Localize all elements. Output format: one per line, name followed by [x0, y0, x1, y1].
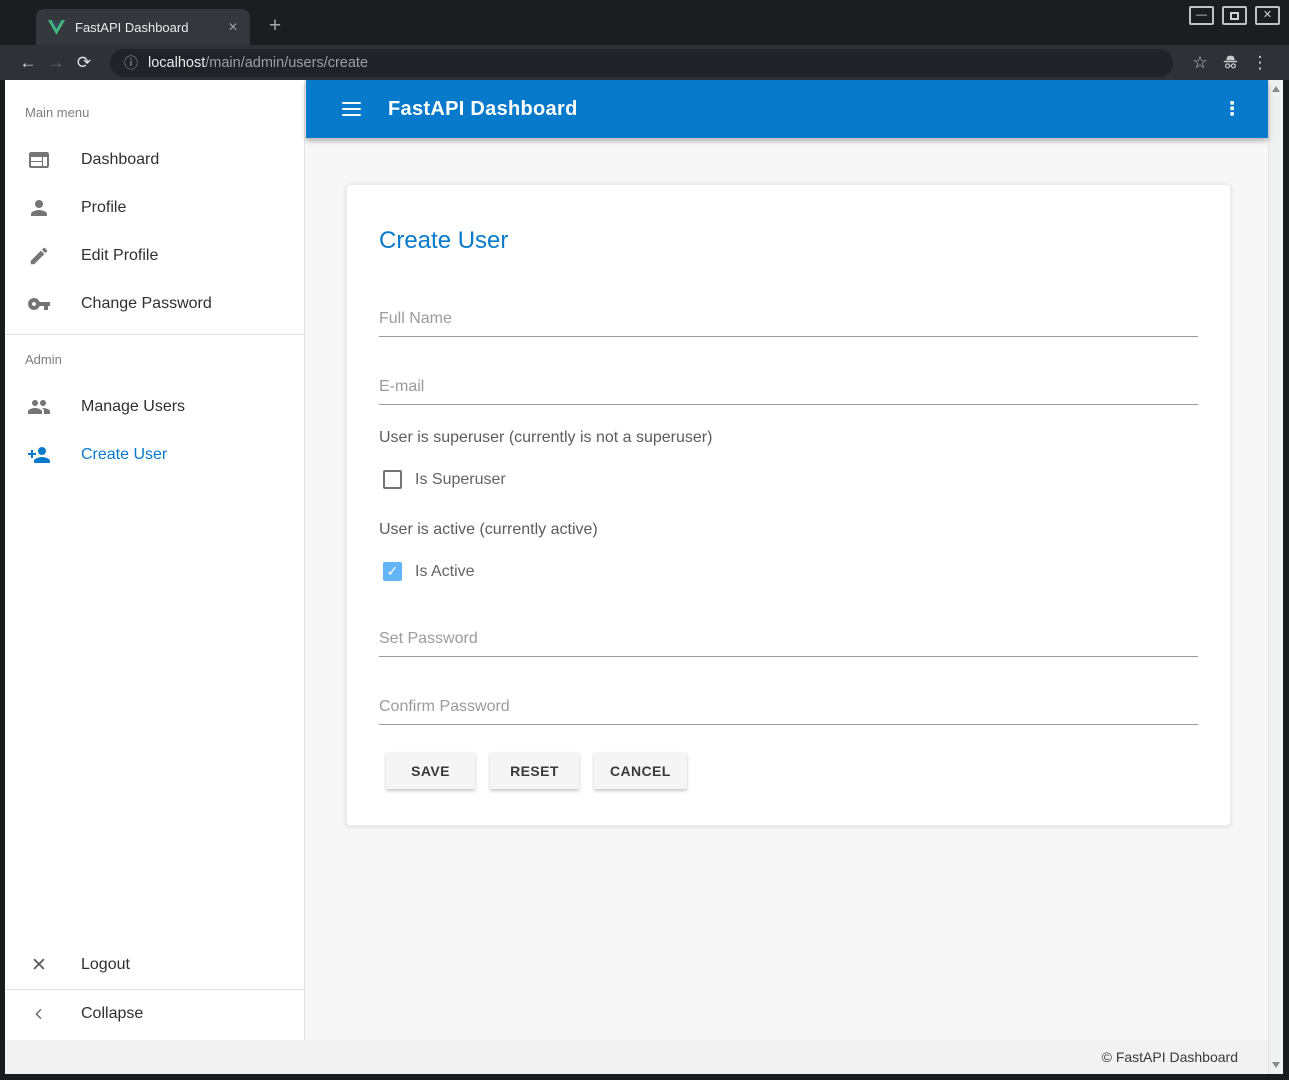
sidebar-item-label: Edit Profile — [81, 247, 158, 265]
person-add-icon — [27, 443, 51, 467]
sidebar-item-label: Manage Users — [81, 398, 185, 416]
sidebar-header-admin: Admin — [5, 352, 304, 367]
sidebar: Main menu Dashboard Profile Edit Profile — [5, 80, 305, 1040]
is-superuser-checkbox[interactable] — [383, 470, 402, 489]
create-user-card: Create User User is superuser (currently… — [346, 184, 1231, 826]
is-active-checkbox[interactable]: ✓ — [383, 562, 402, 581]
email-input[interactable] — [379, 369, 1198, 405]
bookmark-star-icon[interactable]: ☆ — [1185, 53, 1215, 73]
sidebar-item-edit-profile[interactable]: Edit Profile — [5, 232, 304, 280]
url-path: /main/admin/users/create — [205, 55, 368, 71]
tab-close-icon[interactable]: ✕ — [224, 18, 242, 36]
page-scrollbar[interactable] — [1268, 80, 1283, 1074]
app-bar: FastAPI Dashboard ⋮ — [306, 80, 1268, 138]
app-menu-icon[interactable]: ⋮ — [1220, 98, 1244, 121]
main-area: FastAPI Dashboard ⋮ Create User User is … — [306, 80, 1268, 1040]
back-button[interactable]: ← — [14, 53, 42, 73]
form-actions: SAVE RESET CANCEL — [386, 752, 687, 789]
site-info-icon[interactable]: ⓘ — [124, 53, 138, 73]
incognito-icon — [1215, 53, 1245, 72]
reload-button[interactable]: ⟳ — [70, 53, 98, 73]
web-content: Main menu Dashboard Profile Edit Profile — [5, 80, 1283, 1074]
tab-title: FastAPI Dashboard — [75, 20, 224, 35]
url-host: localhost — [148, 55, 205, 71]
window-minimize-button[interactable]: — — [1189, 6, 1214, 25]
sidebar-header-main-menu: Main menu — [5, 80, 304, 120]
scrollbar-up-arrow-icon[interactable] — [1272, 86, 1280, 92]
sidebar-item-create-user[interactable]: Create User — [5, 431, 304, 479]
sidebar-item-profile[interactable]: Profile — [5, 184, 304, 232]
vue-favicon-icon — [48, 20, 65, 35]
sidebar-item-label: Collapse — [81, 1005, 143, 1023]
sidebar-divider — [5, 334, 304, 335]
key-icon — [27, 292, 51, 316]
maximize-icon — [1230, 12, 1239, 20]
window-controls: — ✕ — [1189, 6, 1280, 25]
pencil-icon — [27, 244, 51, 268]
sidebar-item-label: Create User — [81, 446, 167, 464]
page-footer: © FastAPI Dashboard — [5, 1040, 1268, 1074]
sidebar-item-collapse[interactable]: Collapse — [5, 990, 304, 1038]
app-title: FastAPI Dashboard — [388, 98, 578, 121]
people-icon — [27, 395, 51, 419]
sidebar-item-change-password[interactable]: Change Password — [5, 280, 304, 328]
page-title: Create User — [379, 227, 508, 255]
check-icon: ✓ — [387, 563, 399, 580]
page-background: Create User User is superuser (currently… — [306, 138, 1268, 1040]
save-button[interactable]: SAVE — [386, 752, 475, 789]
sidebar-item-label: Dashboard — [81, 151, 159, 169]
reset-button[interactable]: RESET — [490, 752, 579, 789]
scrollbar-down-arrow-icon[interactable] — [1272, 1062, 1280, 1068]
sidebar-item-label: Profile — [81, 199, 126, 217]
sidebar-item-label: Logout — [81, 956, 130, 974]
person-icon — [27, 196, 51, 220]
is-superuser-checkbox-row[interactable]: Is Superuser — [383, 470, 506, 489]
superuser-hint: User is superuser (currently is not a su… — [379, 429, 712, 447]
checkbox-label[interactable]: Is Active — [415, 563, 475, 581]
sidebar-item-label: Change Password — [81, 295, 212, 313]
sidebar-item-logout[interactable]: ✕ Logout — [5, 941, 304, 989]
dashboard-icon — [27, 148, 51, 172]
browser-titlebar: FastAPI Dashboard ✕ + — ✕ — [0, 0, 1289, 45]
window-maximize-button[interactable] — [1222, 6, 1247, 25]
active-hint: User is active (currently active) — [379, 521, 598, 539]
forward-button[interactable]: → — [42, 53, 70, 73]
menu-hamburger-icon[interactable] — [342, 102, 361, 117]
sidebar-item-manage-users[interactable]: Manage Users — [5, 383, 304, 431]
window-close-button[interactable]: ✕ — [1255, 6, 1280, 25]
browser-tab[interactable]: FastAPI Dashboard ✕ — [36, 9, 250, 45]
address-bar[interactable]: ⓘ localhost/main/admin/users/create — [110, 49, 1173, 77]
cancel-button[interactable]: CANCEL — [594, 752, 687, 789]
new-tab-button[interactable]: + — [260, 11, 290, 41]
browser-toolbar: ← → ⟳ ⓘ localhost/main/admin/users/creat… — [0, 45, 1289, 80]
browser-menu-icon[interactable]: ⋮ — [1245, 53, 1275, 73]
full-name-input[interactable] — [379, 301, 1198, 337]
set-password-input[interactable] — [379, 621, 1198, 657]
confirm-password-input[interactable] — [379, 689, 1198, 725]
sidebar-item-dashboard[interactable]: Dashboard — [5, 136, 304, 184]
chevron-left-icon — [27, 1002, 51, 1026]
copyright-text: © FastAPI Dashboard — [1102, 1049, 1238, 1065]
logout-icon: ✕ — [27, 953, 51, 977]
checkbox-label[interactable]: Is Superuser — [415, 471, 506, 489]
is-active-checkbox-row[interactable]: ✓ Is Active — [383, 562, 475, 581]
